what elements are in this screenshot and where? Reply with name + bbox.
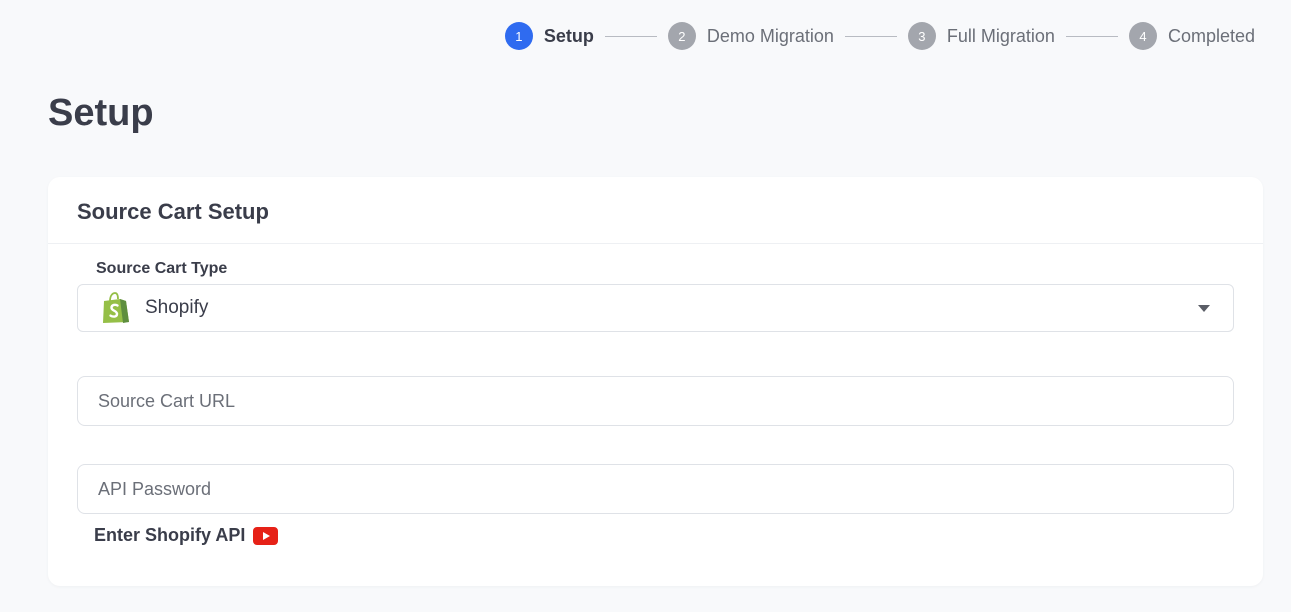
step-connector [844,35,897,37]
step-number: 3 [907,22,936,50]
progress-stepper: 1 Setup 2 Demo Migration 3 Full Migratio… [504,22,1255,50]
step-label: Setup [543,25,594,46]
youtube-icon[interactable] [253,526,279,545]
step-connector [604,35,657,37]
step-number: 2 [667,22,696,50]
cart-type-value: Shopify [145,297,209,318]
cart-type-label: Source Cart Type [96,260,228,277]
card-title: Source Cart Setup [77,199,269,224]
step-full-migration[interactable]: 3 Full Migration [907,22,1055,50]
step-number: 1 [504,22,533,50]
chevron-down-icon[interactable] [1198,305,1210,312]
step-label: Completed [1167,25,1255,46]
helper-link-label: Enter Shopify API [94,525,246,545]
step-setup[interactable]: 1 Setup [504,22,594,50]
cart-type-select[interactable]: Shopify [77,284,1234,332]
source-cart-setup-card: Source Cart Setup Source Cart Type Shopi… [48,177,1263,586]
api-password-input[interactable] [77,464,1234,514]
step-number: 4 [1128,22,1157,50]
step-label: Full Migration [946,25,1055,46]
shopify-logo-icon [103,292,129,323]
step-demo-migration[interactable]: 2 Demo Migration [667,22,834,50]
step-label: Demo Migration [706,25,834,46]
source-cart-url-input[interactable] [77,376,1234,426]
card-header: Source Cart Setup [48,177,1263,244]
page-title: Setup [48,92,154,134]
step-completed[interactable]: 4 Completed [1128,22,1255,50]
step-connector [1065,35,1118,37]
enter-shopify-api-link[interactable]: Enter Shopify API [94,525,279,546]
